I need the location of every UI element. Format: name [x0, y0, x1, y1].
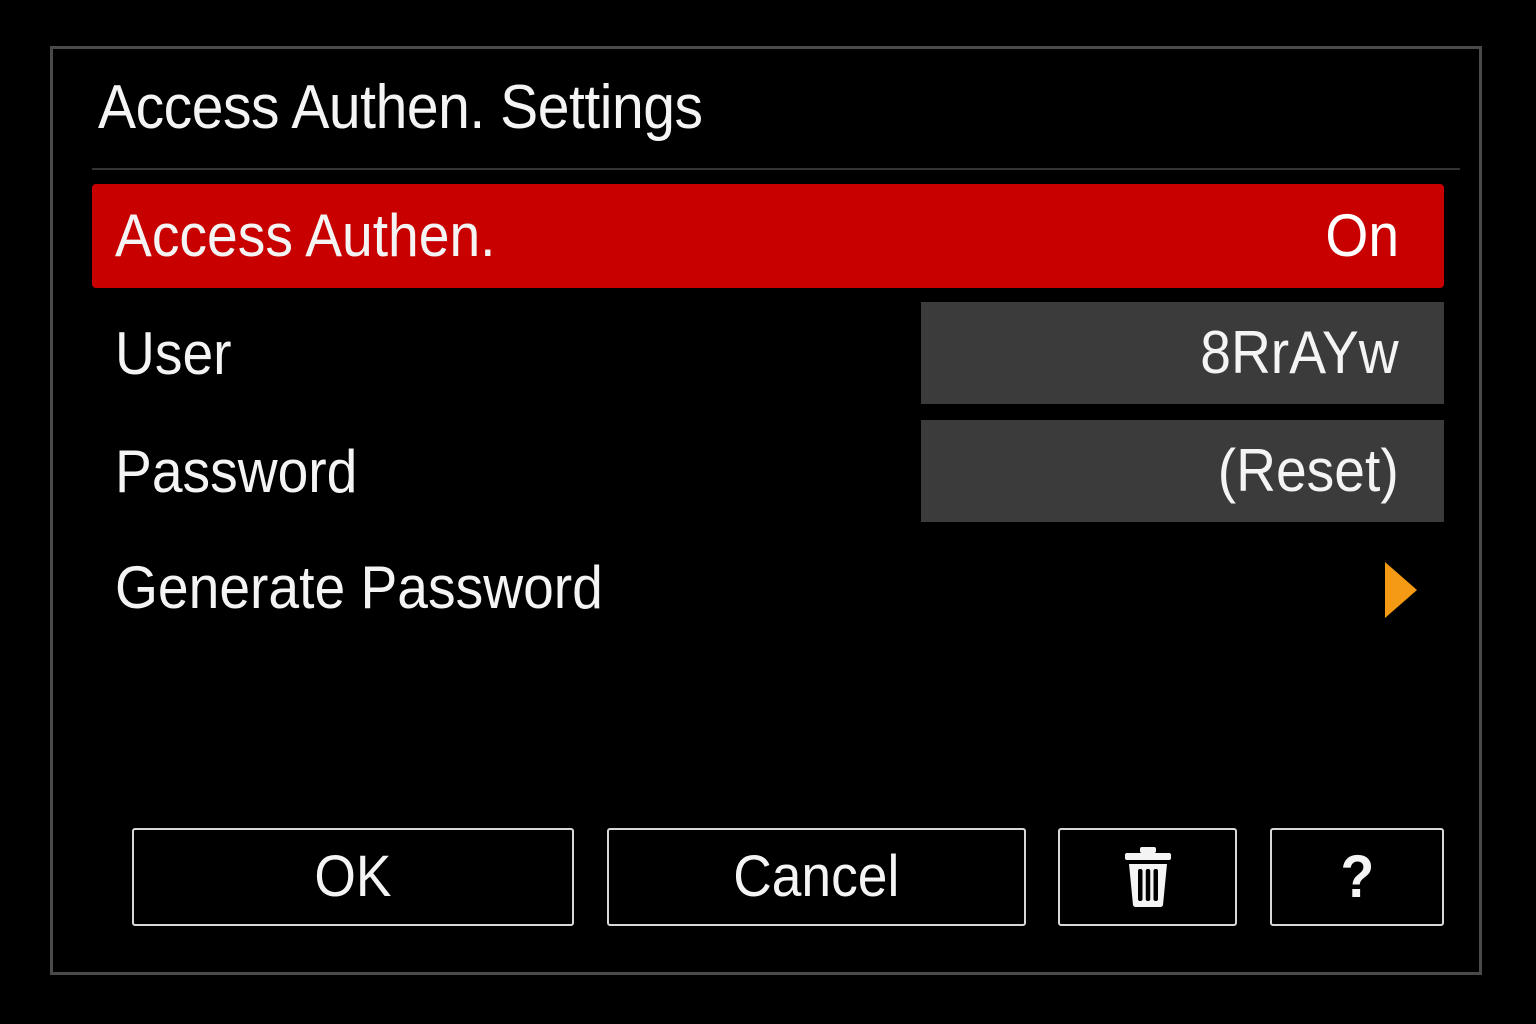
ok-button[interactable]: OK — [132, 828, 574, 926]
generate-password-row[interactable]: Generate Password — [92, 536, 1444, 640]
user-row[interactable]: User 8RrAYw — [92, 302, 1444, 406]
user-value: 8RrAYw — [1200, 319, 1399, 386]
generate-password-label: Generate Password — [115, 554, 603, 621]
cancel-button[interactable]: Cancel — [607, 828, 1026, 926]
password-value: (Reset) — [1218, 437, 1399, 504]
help-button[interactable]: ? — [1270, 828, 1444, 926]
title-divider — [92, 168, 1460, 170]
cancel-button-label: Cancel — [733, 844, 900, 909]
trash-icon — [1124, 847, 1171, 907]
password-value-field[interactable]: (Reset) — [921, 420, 1444, 522]
access-authen-value: On — [1325, 202, 1399, 269]
user-value-field[interactable]: 8RrAYw — [921, 302, 1444, 404]
password-row[interactable]: Password (Reset) — [92, 420, 1444, 524]
page-title: Access Authen. Settings — [98, 73, 703, 142]
delete-button[interactable] — [1058, 828, 1237, 926]
user-label: User — [115, 320, 232, 387]
chevron-right-icon — [1385, 562, 1417, 618]
access-authen-label: Access Authen. — [115, 202, 496, 269]
password-label: Password — [115, 438, 358, 505]
help-button-label: ? — [1340, 843, 1374, 910]
ok-button-label: OK — [314, 844, 392, 909]
access-authen-row[interactable]: Access Authen. On — [92, 184, 1444, 288]
